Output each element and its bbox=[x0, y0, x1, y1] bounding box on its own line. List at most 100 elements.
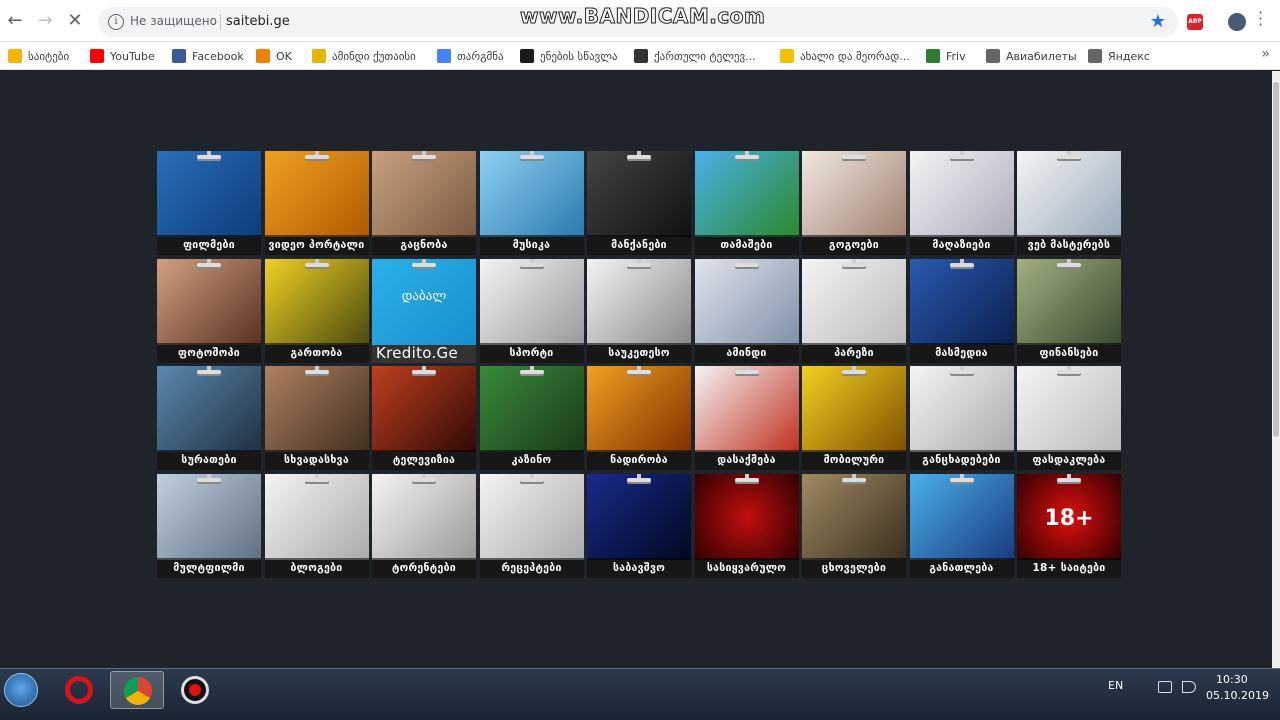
category-tile[interactable]: ფასდაკლება bbox=[1017, 366, 1121, 470]
category-tile[interactable]: ტელევიზია bbox=[372, 366, 476, 470]
category-tile[interactable]: მასმედია bbox=[909, 258, 1014, 363]
category-tile[interactable]: განათლება bbox=[909, 473, 1014, 578]
bookmark-star-icon[interactable]: ★ bbox=[1150, 11, 1166, 32]
network-icon[interactable] bbox=[1158, 681, 1172, 693]
bookmark-item[interactable]: Яндекс bbox=[1088, 47, 1150, 65]
category-tile[interactable]: ვიდეო პორტალი bbox=[264, 151, 369, 255]
music-note-icon bbox=[479, 151, 584, 237]
bookmark-item[interactable]: Авиабилеты bbox=[986, 47, 1077, 65]
bookmark-label: ამინდი ქუთაისი bbox=[332, 49, 416, 63]
category-tile[interactable]: მუსიკა bbox=[479, 151, 584, 255]
bookmark-item[interactable]: თარგმნა bbox=[437, 47, 504, 65]
bookmark-item[interactable]: ენების სწავლა bbox=[520, 47, 618, 65]
taskbar-app-chrome[interactable] bbox=[110, 671, 164, 709]
lamp-icon bbox=[1057, 258, 1081, 267]
forward-arrow-icon[interactable]: → bbox=[34, 10, 56, 32]
menu-dots-icon[interactable]: · · · bbox=[1258, 5, 1264, 33]
bookmark-label: თარგმნა bbox=[457, 49, 504, 63]
lamp-icon bbox=[734, 366, 759, 374]
hunter-icon bbox=[587, 366, 691, 452]
tile-label: ფილმები bbox=[157, 235, 261, 255]
category-tile[interactable]: მობილური bbox=[802, 366, 906, 470]
category-tile[interactable]: კაზინო bbox=[479, 366, 584, 470]
category-tile[interactable]: ამინდი bbox=[694, 258, 799, 363]
category-tile[interactable]: მაღაზიები bbox=[909, 151, 1014, 255]
bookmark-item[interactable]: ახალი და მეორად... bbox=[780, 47, 910, 65]
category-tile[interactable]: მანქანები bbox=[587, 151, 691, 255]
category-tile[interactable]: ფილმები bbox=[157, 151, 261, 255]
category-tile[interactable]: გართობა bbox=[264, 258, 369, 363]
my-icon bbox=[780, 49, 794, 63]
bookmark-item[interactable]: Facebook bbox=[172, 47, 244, 65]
blog-icon bbox=[264, 473, 369, 560]
category-tile[interactable]: დაბალ Kredito.Ge bbox=[372, 258, 476, 363]
profile-avatar-icon[interactable] bbox=[1228, 13, 1246, 31]
chef-icon bbox=[479, 473, 584, 560]
zebra-icon bbox=[802, 473, 906, 560]
lamp-icon bbox=[949, 366, 974, 374]
category-tile[interactable]: ნადირობა bbox=[587, 366, 691, 470]
taskbar-app-opera[interactable] bbox=[52, 671, 106, 709]
tv-icon bbox=[372, 366, 476, 452]
category-tile[interactable]: თამაშები bbox=[694, 151, 799, 255]
bookmark-item[interactable]: ქართული ტელევ... bbox=[634, 47, 756, 65]
lamp-icon bbox=[734, 473, 759, 482]
volume-icon[interactable] bbox=[1182, 681, 1196, 693]
record-dot-icon bbox=[189, 684, 201, 696]
car-icon bbox=[587, 151, 691, 237]
heart-icon bbox=[694, 473, 799, 560]
translate-icon bbox=[437, 49, 451, 63]
category-tile[interactable]: ფინანსები bbox=[1017, 258, 1121, 363]
category-tile[interactable]: ფოტოშოპი bbox=[157, 258, 261, 363]
stop-loading-icon[interactable]: ✕ bbox=[64, 10, 86, 32]
lamp-icon bbox=[519, 258, 544, 267]
bookmark-label: Friv bbox=[946, 49, 966, 63]
category-tile[interactable]: მულტფილმი bbox=[157, 473, 261, 578]
bookmark-item[interactable]: Friv bbox=[926, 47, 966, 65]
language-indicator[interactable]: EN bbox=[1108, 679, 1123, 692]
category-tile[interactable]: ბლოგები bbox=[264, 473, 369, 578]
info-icon[interactable]: i bbox=[108, 14, 124, 30]
category-tile[interactable]: დასაქმება bbox=[694, 366, 799, 470]
taskbar-app-bandicam[interactable] bbox=[168, 671, 222, 709]
separator bbox=[220, 14, 221, 30]
sale-icon bbox=[1017, 366, 1121, 452]
category-tile[interactable]: გოგოები bbox=[802, 151, 906, 255]
baby-laptop-icon bbox=[587, 473, 691, 560]
category-tile[interactable]: საბავშვო bbox=[587, 473, 691, 578]
category-tile[interactable]: რეცეპტები bbox=[479, 473, 584, 578]
category-tile[interactable]: ვებ მასტერებს bbox=[1017, 151, 1121, 255]
app-icons-icon bbox=[802, 258, 906, 345]
bookmark-item[interactable]: YouTube bbox=[90, 47, 155, 65]
category-tile[interactable]: გაცნობა bbox=[372, 151, 476, 255]
category-tile[interactable]: ტორენტები bbox=[372, 473, 476, 578]
tile-label: კაზინო bbox=[479, 450, 584, 470]
clock-date[interactable]: 05.10.2019 bbox=[1206, 689, 1269, 702]
bookmark-item[interactable]: საიტები bbox=[8, 47, 69, 65]
category-tile[interactable]: განცხადებები bbox=[909, 366, 1014, 470]
tile-label: ნადირობა bbox=[587, 450, 691, 470]
category-tile[interactable]: სპორტი bbox=[479, 258, 584, 363]
bookmark-item[interactable]: OK bbox=[256, 47, 292, 65]
security-status[interactable]: Не защищено bbox=[130, 14, 217, 28]
category-grid: ფილმები ვიდეო პორტალი გაცნობა მუსიკა მანქანე… bbox=[157, 151, 1121, 581]
bar-graph-icon bbox=[587, 258, 691, 345]
category-tile[interactable]: საუკეთესო bbox=[587, 258, 691, 363]
adblock-icon[interactable]: ABP bbox=[1187, 14, 1203, 30]
lamp-icon bbox=[842, 473, 866, 482]
lamp-icon bbox=[519, 473, 544, 482]
scrollbar-thumb[interactable] bbox=[1273, 82, 1279, 437]
category-tile[interactable]: ცხოველები bbox=[802, 473, 906, 578]
category-tile[interactable]: 18+ 18+ საიტები bbox=[1017, 473, 1121, 578]
start-button-icon[interactable] bbox=[4, 673, 38, 707]
category-tile[interactable]: სურათები bbox=[157, 366, 261, 470]
bookmark-item[interactable]: ამინდი ქუთაისი bbox=[312, 47, 416, 65]
category-tile[interactable]: სხვადასხვა bbox=[264, 366, 369, 470]
clock-time[interactable]: 10:30 bbox=[1216, 673, 1248, 686]
url-text[interactable]: saitebi.ge bbox=[226, 14, 290, 29]
category-tile[interactable]: პარეზი bbox=[802, 258, 906, 363]
back-arrow-icon[interactable]: ← bbox=[4, 10, 26, 32]
category-tile[interactable]: სასიყვარულო bbox=[694, 473, 799, 578]
more-bookmarks-icon[interactable]: » bbox=[1261, 46, 1270, 62]
tile-label: გაცნობა bbox=[372, 235, 476, 255]
